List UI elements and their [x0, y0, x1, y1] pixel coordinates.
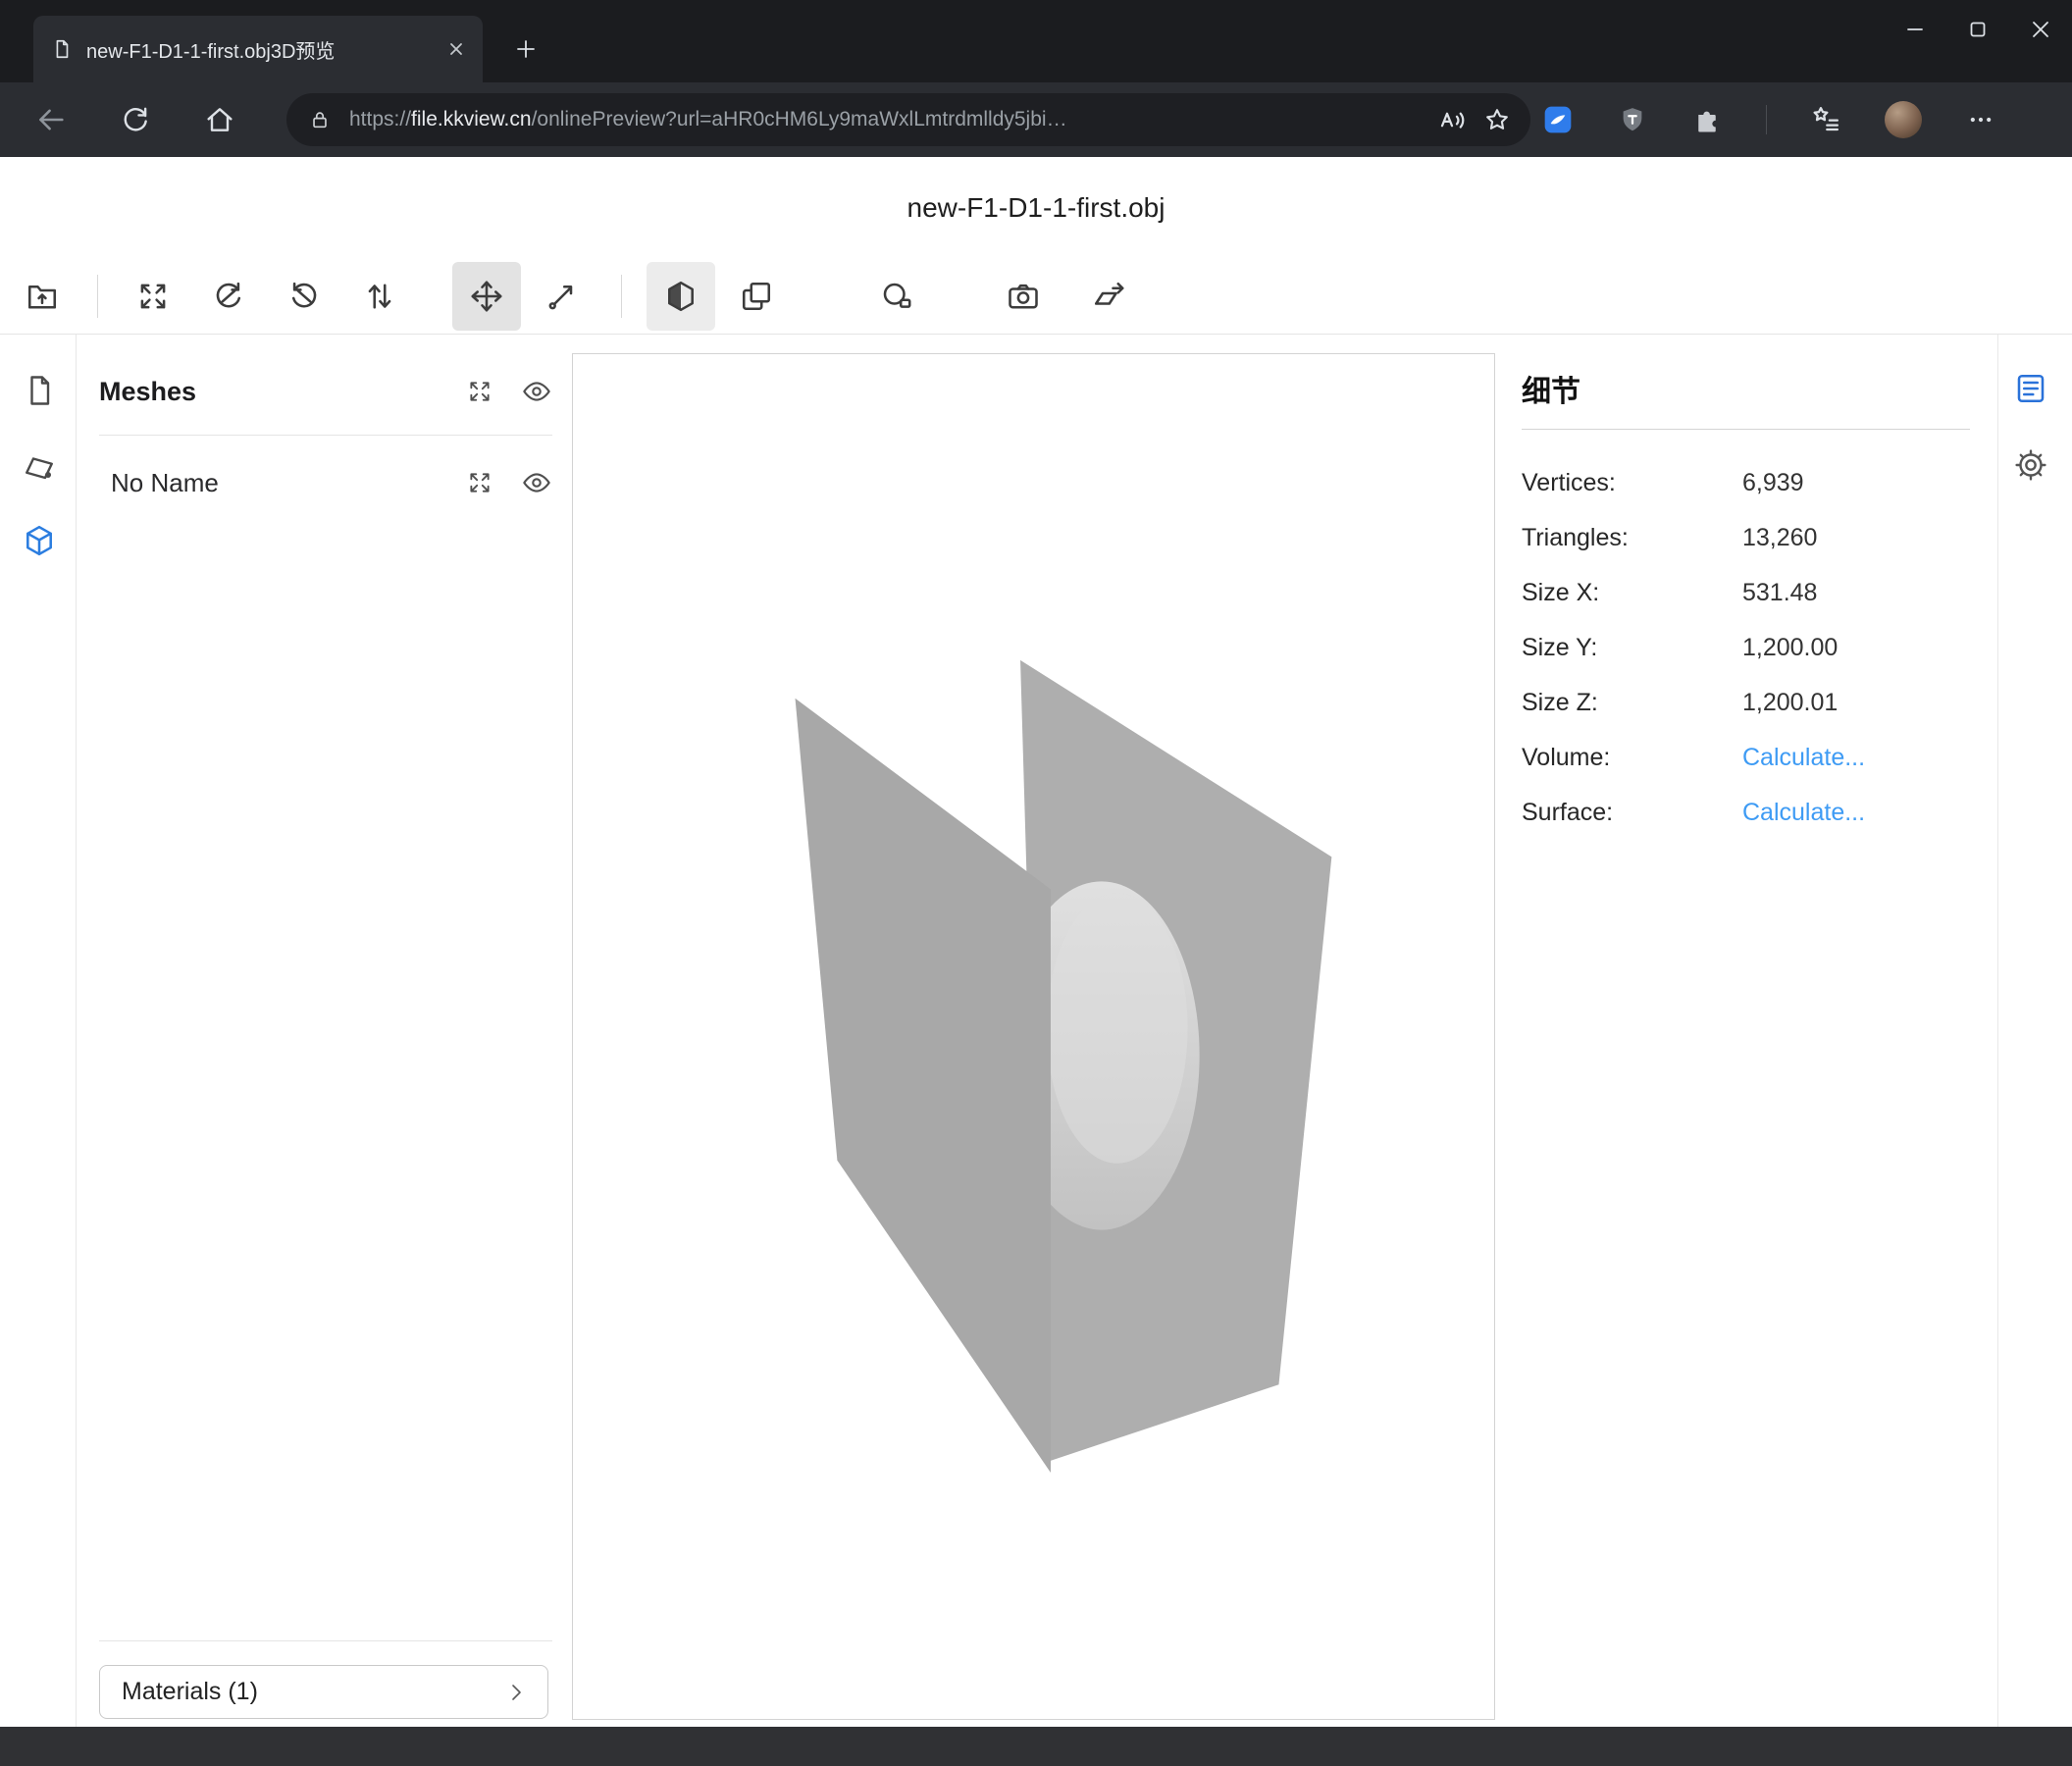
tape-measure-icon[interactable] [862, 262, 931, 331]
meshes-header: Meshes [99, 377, 439, 407]
toolbar-bottom-divider [0, 334, 2072, 335]
mesh-list-item[interactable]: No Name [111, 455, 552, 510]
favorite-star-icon[interactable] [1481, 104, 1513, 135]
settings-gear-icon[interactable] [2009, 443, 2052, 487]
screenshot-camera-icon[interactable] [989, 262, 1058, 331]
tab-title: new-F1-D1-1-first.obj3D预览 [86, 35, 428, 64]
extension-blue-icon[interactable] [1542, 104, 1574, 135]
details-label: Size Z: [1522, 689, 1742, 717]
fit-view-icon[interactable] [119, 262, 187, 331]
window-minimize-icon[interactable] [1884, 0, 1946, 59]
move-tool-icon[interactable] [452, 262, 521, 331]
rotate-cw-icon[interactable] [270, 262, 338, 331]
toolbar-divider [97, 275, 98, 318]
back-icon[interactable] [29, 98, 73, 141]
details-label: Vertices: [1522, 469, 1742, 497]
tab-close-icon[interactable] [441, 34, 471, 64]
details-header: 细节 [1522, 367, 1580, 410]
details-label: Triangles: [1522, 524, 1742, 552]
details-row: Size Y: 1,200.00 [1522, 620, 1970, 675]
browser-tab[interactable]: new-F1-D1-1-first.obj3D预览 [33, 16, 483, 82]
details-row: Vertices: 6,939 [1522, 455, 1970, 510]
materials-button-label: Materials (1) [122, 1678, 500, 1706]
details-value: 1,200.00 [1742, 634, 1838, 662]
visibility-eye-icon[interactable] [521, 467, 552, 498]
browser-navbar: https://file.kkview.cn/onlinePreview?url… [0, 82, 2072, 157]
details-value: 6,939 [1742, 469, 1804, 497]
visibility-eye-icon[interactable] [521, 376, 552, 407]
chevron-right-icon [500, 1677, 532, 1708]
meshes-divider [99, 435, 552, 436]
materials-top-divider [99, 1640, 552, 1641]
details-rows: Vertices: 6,939 Triangles: 13,260 Size X… [1522, 455, 1970, 840]
model-tree-icon[interactable] [18, 519, 61, 562]
favorites-bar-icon[interactable] [1810, 104, 1841, 135]
details-row: Size Z: 1,200.01 [1522, 675, 1970, 730]
details-divider [1522, 429, 1970, 430]
details-row: Volume: Calculate... [1522, 730, 1970, 785]
browser-titlebar: new-F1-D1-1-first.obj3D预览 [0, 0, 2072, 82]
fit-mesh-icon[interactable] [464, 467, 495, 498]
url-path: /onlinePreview?url=aHR0cHM6Ly9maWxlLmtrd… [532, 108, 1067, 130]
details-label: Size X: [1522, 579, 1742, 607]
export-model-icon[interactable] [1074, 262, 1143, 331]
model-3d-render [573, 354, 1494, 1719]
details-row: Surface: Calculate... [1522, 785, 1970, 840]
cube-section-icon[interactable] [647, 262, 715, 331]
details-label: Volume: [1522, 744, 1742, 772]
bottom-bar [0, 1727, 2072, 1766]
file-info-icon[interactable] [18, 369, 61, 412]
window-controls [1884, 0, 2072, 59]
url-scheme: https:// [349, 108, 411, 130]
home-icon[interactable] [198, 98, 241, 141]
read-aloud-icon[interactable] [1436, 104, 1468, 135]
calculate-volume-link[interactable]: Calculate... [1742, 744, 1865, 772]
url-text[interactable]: https://file.kkview.cn/onlinePreview?url… [349, 108, 1423, 131]
materials-button[interactable]: Materials (1) [99, 1665, 548, 1719]
window-close-icon[interactable] [2009, 0, 2072, 59]
lock-icon[interactable] [304, 104, 336, 135]
open-file-icon[interactable] [8, 262, 77, 331]
measure-line-icon[interactable] [528, 262, 596, 331]
calculate-surface-link[interactable]: Calculate... [1742, 799, 1865, 827]
details-value: 1,200.01 [1742, 689, 1838, 717]
meshes-header-row: Meshes [99, 363, 552, 420]
address-bar[interactable]: https://file.kkview.cn/onlinePreview?url… [286, 93, 1530, 146]
extensions-puzzle-icon[interactable] [1691, 104, 1723, 135]
window-maximize-icon[interactable] [1946, 0, 2009, 59]
flip-vertical-icon[interactable] [345, 262, 414, 331]
details-value: 13,260 [1742, 524, 1817, 552]
tab-favicon-document-icon [51, 38, 73, 60]
viewer-toolbar [0, 259, 2072, 334]
new-tab-button[interactable] [508, 31, 544, 67]
fit-all-icon[interactable] [464, 376, 495, 407]
page-title: new-F1-D1-1-first.obj [0, 157, 2072, 259]
more-menu-icon[interactable] [1965, 104, 1996, 135]
materials-icon[interactable] [18, 444, 61, 488]
url-domain: file.kkview.cn [411, 108, 532, 130]
details-label: Surface: [1522, 799, 1742, 827]
toolbar-divider [621, 275, 622, 318]
right-rail-divider [1997, 335, 1998, 1727]
details-value: 531.48 [1742, 579, 1817, 607]
model-cylinder-highlight [1047, 893, 1188, 1163]
details-row: Triangles: 13,260 [1522, 510, 1970, 565]
details-label: Size Y: [1522, 634, 1742, 662]
mesh-name: No Name [111, 468, 439, 498]
refresh-icon[interactable] [114, 98, 157, 141]
extbar-divider [1766, 105, 1767, 134]
rotate-ccw-icon[interactable] [194, 262, 263, 331]
shield-extension-icon[interactable] [1617, 104, 1648, 135]
model-plane-left [796, 699, 1051, 1473]
details-panel-icon[interactable] [2009, 367, 2052, 410]
copy-model-icon[interactable] [722, 262, 791, 331]
details-row: Size X: 531.48 [1522, 565, 1970, 620]
model-viewport[interactable] [572, 353, 1495, 1720]
left-rail-divider [76, 335, 77, 1727]
profile-avatar[interactable] [1885, 101, 1922, 138]
